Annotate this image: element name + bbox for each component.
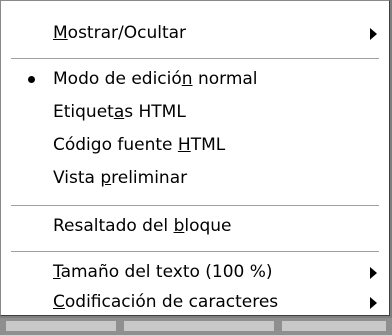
menu-item-resaltado-del-bloque[interactable]: Resaltado del bloque: [1, 208, 389, 244]
status-bar-segment: [6, 321, 116, 331]
menu-item-mostrar-ocultar[interactable]: Mostrar/Ocultar: [1, 15, 389, 51]
menu-item-label: Vista preliminar: [53, 168, 188, 188]
menu-separator: [11, 205, 379, 206]
menu-item-vista-preliminar[interactable]: Vista preliminar: [1, 160, 389, 196]
submenu-arrow-icon: [370, 28, 377, 40]
radio-bullet-icon: [28, 76, 35, 83]
menu-item-label: Etiquetas HTML: [53, 102, 186, 122]
menu-item-codificacion-de-caracteres[interactable]: Codificación de caracteres: [1, 284, 389, 320]
menu-item-label: Resaltado del bloque: [53, 216, 232, 236]
status-bar-segment: [124, 321, 274, 331]
status-bar-strip: [0, 318, 392, 335]
context-menu: Mostrar/Ocultar Modo de edición normal E…: [0, 0, 390, 316]
menu-item-modo-edicion-normal[interactable]: Modo de edición normal: [1, 61, 389, 97]
menu-separator: [11, 58, 379, 59]
menu-item-label: Código fuente HTML: [53, 135, 226, 155]
menu-item-label: Mostrar/Ocultar: [53, 23, 187, 43]
menu-item-codigo-fuente-html[interactable]: Código fuente HTML: [1, 127, 389, 163]
menu-item-label: Modo de edición normal: [53, 69, 258, 89]
submenu-arrow-icon: [370, 267, 377, 279]
submenu-arrow-icon: [370, 297, 377, 309]
status-bar-segment: [282, 321, 386, 331]
menu-item-etiquetas-html[interactable]: Etiquetas HTML: [1, 94, 389, 130]
menu-item-label: Codificación de caracteres: [53, 292, 279, 312]
menu-separator: [11, 251, 379, 252]
